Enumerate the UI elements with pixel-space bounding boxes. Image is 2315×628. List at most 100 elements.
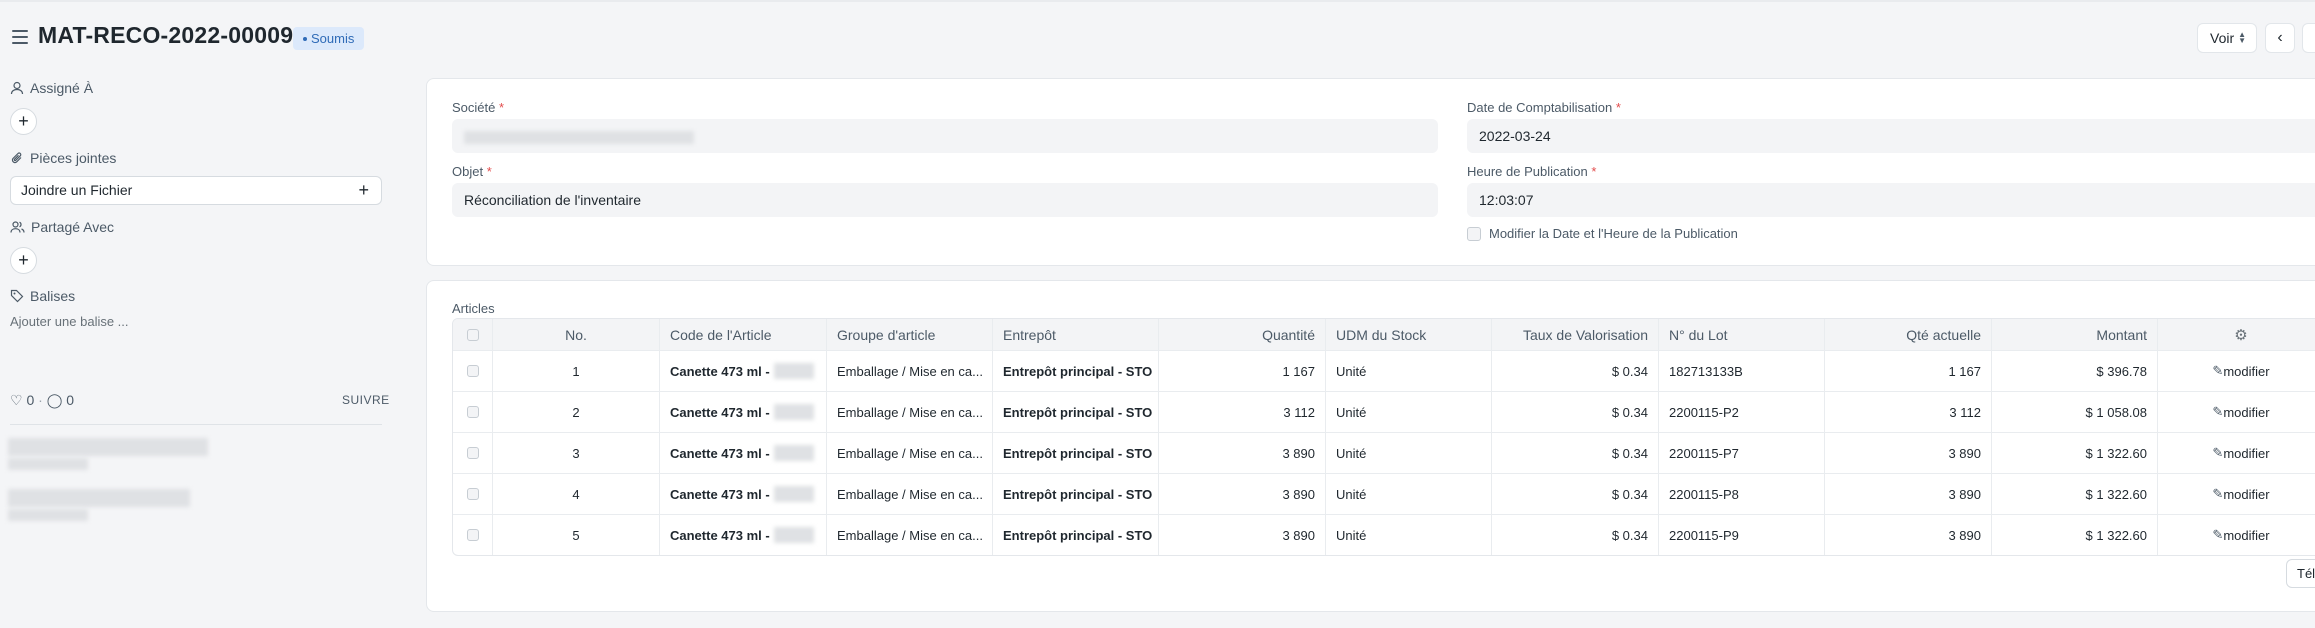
col-item-code: Code de l'Article bbox=[660, 319, 827, 350]
row-select-cell bbox=[453, 474, 493, 514]
col-settings: ⚙ bbox=[2158, 319, 2315, 350]
table-row[interactable]: 2 Canette 473 ml - Emballage / Mise en ca.… bbox=[453, 391, 2315, 432]
company-label: Société * bbox=[452, 100, 504, 115]
cell-item-group-text: Emballage / Mise en ca... bbox=[837, 445, 983, 461]
posting-time-label: Heure de Publication * bbox=[1467, 164, 1596, 179]
heart-icon[interactable]: ♡ bbox=[10, 392, 23, 408]
redacted-activity bbox=[8, 509, 88, 521]
cell-qty-text: 3 890 bbox=[1282, 527, 1315, 543]
cell-amount: $ 396.78 bbox=[1992, 351, 2158, 391]
cell-amount-text: $ 1 322.60 bbox=[2085, 445, 2147, 461]
row-checkbox[interactable] bbox=[466, 447, 479, 459]
cell-batch: 2200115-P9 bbox=[1659, 515, 1825, 555]
row-checkbox[interactable] bbox=[466, 406, 479, 418]
cell-rate-text: $ 0.34 bbox=[1611, 363, 1648, 379]
cell-current-qty: 3 890 bbox=[1825, 474, 1992, 514]
table-row[interactable]: 1 Canette 473 ml - Emballage / Mise en ca.… bbox=[453, 350, 2315, 391]
cell-current-qty-text: 3 890 bbox=[1948, 445, 1981, 461]
edit-row-link[interactable]: modifier bbox=[2223, 487, 2269, 502]
cell-item-code-text: Canette 473 ml - bbox=[670, 527, 770, 543]
edit-row-link[interactable]: modifier bbox=[2223, 528, 2269, 543]
row-select-cell bbox=[453, 351, 493, 391]
previous-doc-button[interactable]: ‹ bbox=[2265, 23, 2295, 53]
row-checkbox[interactable] bbox=[466, 488, 479, 500]
cell-current-qty: 3 890 bbox=[1825, 515, 1992, 555]
cell-edit[interactable]: ✎ modifier bbox=[2158, 351, 2315, 391]
cell-edit[interactable]: ✎ modifier bbox=[2158, 433, 2315, 473]
comments-count: 0 bbox=[66, 392, 75, 408]
sidebar-toggle-icon[interactable] bbox=[12, 30, 28, 44]
cell-batch: 2200115-P7 bbox=[1659, 433, 1825, 473]
posting-time-field[interactable]: 12:03:07 bbox=[1467, 183, 2315, 217]
required-mark: * bbox=[1591, 164, 1597, 179]
status-label: Soumis bbox=[311, 31, 355, 46]
cell-uom: Unité bbox=[1326, 433, 1492, 473]
shared-label: Partagé Avec bbox=[31, 219, 115, 235]
cell-rate-text: $ 0.34 bbox=[1611, 404, 1648, 420]
cell-warehouse-text: Entrepôt principal - STO bbox=[1003, 445, 1153, 461]
sidebar-divider bbox=[10, 424, 382, 425]
cell-edit[interactable]: ✎ modifier bbox=[2158, 474, 2315, 514]
next-doc-button[interactable]: › bbox=[2302, 23, 2315, 53]
table-row[interactable]: 3 Canette 473 ml - Emballage / Mise en ca.… bbox=[453, 432, 2315, 473]
posting-date-field[interactable]: 2022-03-24 bbox=[1467, 119, 2315, 153]
purpose-field[interactable]: Réconciliation de l'inventaire bbox=[452, 183, 1438, 217]
redacted-code bbox=[773, 445, 814, 461]
attach-file-button[interactable]: Joindre un Fichier + bbox=[10, 176, 382, 205]
chevron-left-icon: ‹ bbox=[2277, 29, 2283, 46]
cell-qty: 3 890 bbox=[1159, 433, 1326, 473]
cell-qty: 3 890 bbox=[1159, 474, 1326, 514]
edit-row-link[interactable]: modifier bbox=[2223, 364, 2269, 379]
edit-row-link[interactable]: modifier bbox=[2223, 446, 2269, 461]
posting-date-label-text: Date de Comptabilisation bbox=[1467, 100, 1613, 115]
cell-warehouse-text: Entrepôt principal - STO bbox=[1003, 363, 1153, 379]
cell-amount-text: $ 1 322.60 bbox=[2085, 527, 2147, 543]
cell-rate: $ 0.34 bbox=[1492, 474, 1659, 514]
user-icon bbox=[10, 82, 24, 95]
select-all-checkbox[interactable] bbox=[466, 328, 479, 341]
likes-count: 0 bbox=[26, 392, 35, 408]
row-checkbox[interactable] bbox=[466, 529, 479, 541]
cell-uom: Unité bbox=[1326, 392, 1492, 432]
table-row[interactable]: 4 Canette 473 ml - Emballage / Mise en ca.… bbox=[453, 473, 2315, 514]
add-tag-link[interactable]: Ajouter une balise ... bbox=[10, 314, 129, 329]
cell-current-qty-text: 3 112 bbox=[1949, 404, 1981, 420]
cell-uom-text: Unité bbox=[1336, 527, 1367, 543]
paperclip-icon bbox=[11, 152, 22, 164]
items-card: Articles No. Code de l'Article Groupe d'… bbox=[426, 280, 2315, 612]
view-button[interactable]: Voir ▲ ▼ bbox=[2197, 23, 2257, 53]
cell-no-text: 3 bbox=[572, 445, 580, 461]
cell-warehouse: Entrepôt principal - STO bbox=[993, 515, 1159, 555]
table-body: 1 Canette 473 ml - Emballage / Mise en ca.… bbox=[453, 350, 2315, 555]
purpose-label: Objet * bbox=[452, 164, 492, 179]
cell-qty-text: 3 112 bbox=[1283, 404, 1315, 420]
cell-current-qty-text: 3 890 bbox=[1948, 527, 1981, 543]
cell-batch-text: 2200115-P9 bbox=[1669, 527, 1739, 543]
edit-row-link[interactable]: modifier bbox=[2223, 405, 2269, 420]
assigned-section-label: Assigné À bbox=[10, 80, 93, 96]
cell-edit[interactable]: ✎ modifier bbox=[2158, 515, 2315, 555]
cell-item-group: Emballage / Mise en ca... bbox=[827, 351, 993, 391]
comment-icon[interactable]: ◯ bbox=[47, 392, 63, 408]
add-share-button[interactable]: + bbox=[10, 247, 37, 274]
cell-item-code: Canette 473 ml - bbox=[660, 515, 827, 555]
cell-edit[interactable]: ✎ modifier bbox=[2158, 392, 2315, 432]
col-uom: UDM du Stock bbox=[1326, 319, 1492, 350]
download-button[interactable]: Télécharger bbox=[2286, 559, 2315, 588]
pencil-icon: ✎ bbox=[2212, 445, 2224, 460]
cell-no: 5 bbox=[493, 515, 660, 555]
table-row[interactable]: 5 Canette 473 ml - Emballage / Mise en ca.… bbox=[453, 514, 2315, 555]
pencil-icon: ✎ bbox=[2212, 404, 2224, 419]
cell-item-group: Emballage / Mise en ca... bbox=[827, 474, 993, 514]
follow-button[interactable]: SUIVRE bbox=[342, 393, 390, 407]
add-assignee-button[interactable]: + bbox=[10, 108, 37, 135]
gear-icon[interactable]: ⚙ bbox=[2234, 326, 2247, 344]
pencil-icon: ✎ bbox=[2212, 486, 2224, 501]
company-field[interactable] bbox=[452, 119, 1438, 153]
cell-batch-text: 182713133B bbox=[1669, 363, 1743, 379]
col-current-qty: Qté actuelle bbox=[1825, 319, 1992, 350]
edit-posting-checkbox[interactable] bbox=[1467, 227, 1481, 241]
cell-rate: $ 0.34 bbox=[1492, 433, 1659, 473]
row-checkbox[interactable] bbox=[466, 365, 479, 377]
row-select-cell bbox=[453, 515, 493, 555]
